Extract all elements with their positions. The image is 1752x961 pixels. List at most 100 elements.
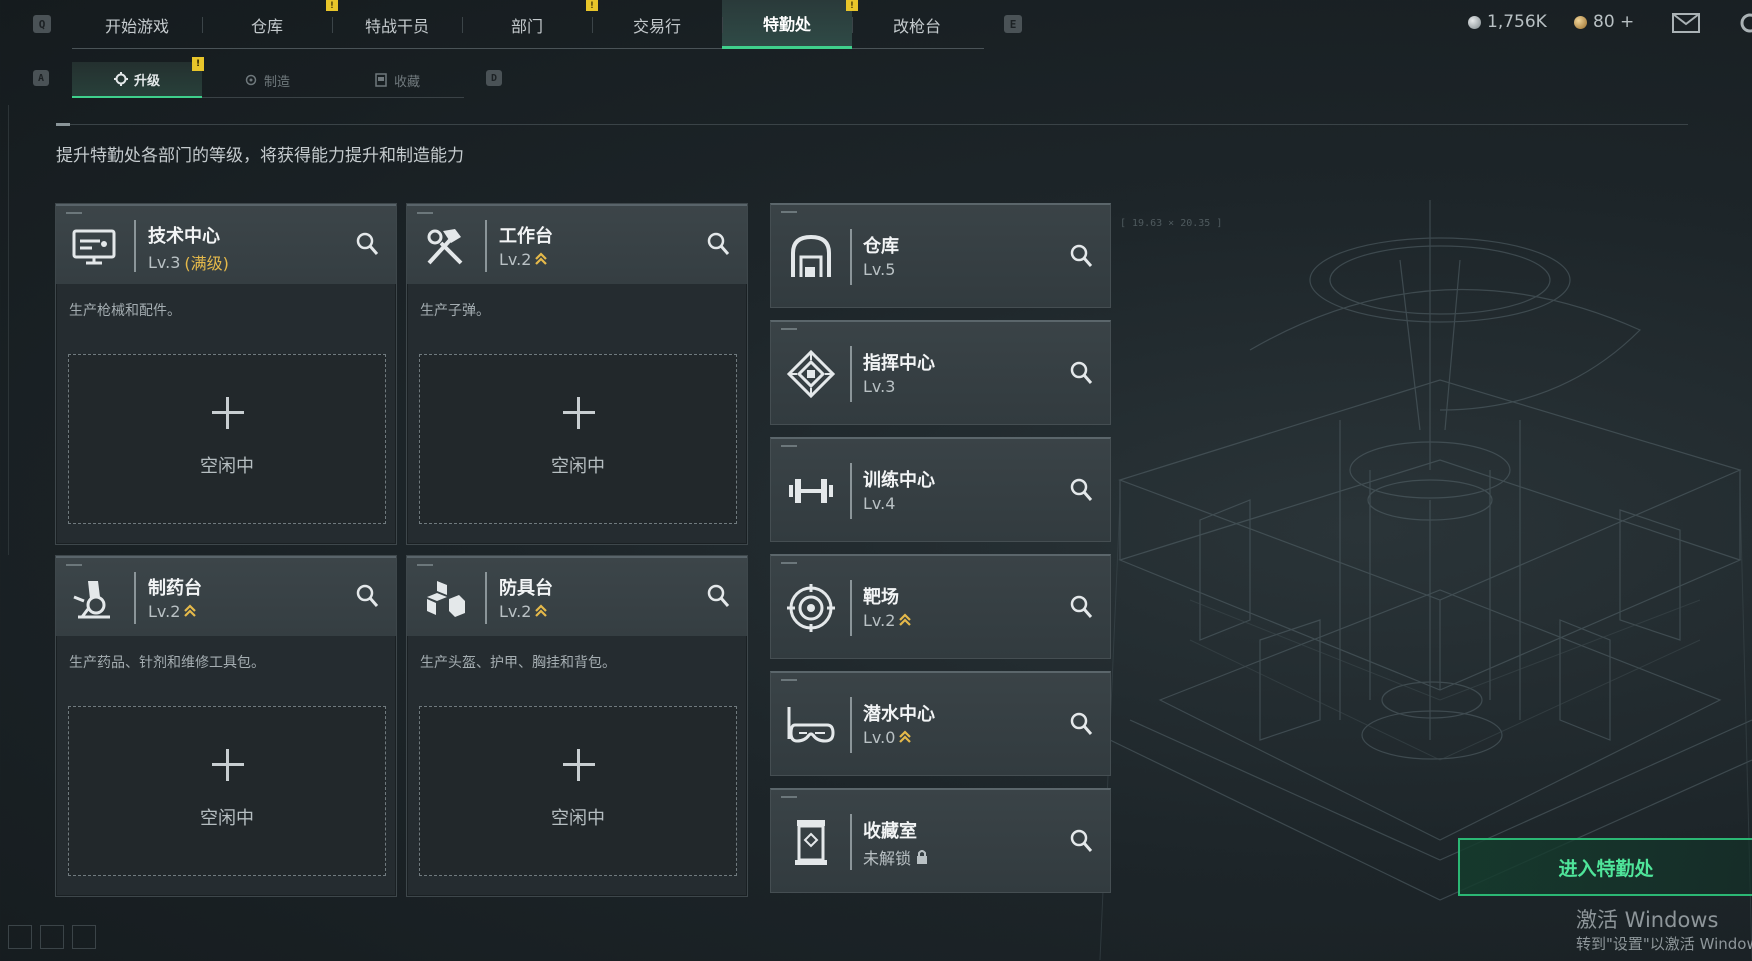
tab-label: 部门 — [510, 16, 543, 36]
ticket-amount: 80 + — [1593, 12, 1635, 32]
minimap-icon[interactable] — [8, 925, 32, 949]
production-slot[interactable]: 空闲中 — [68, 354, 386, 524]
row-tag — [781, 679, 797, 681]
hotkey-d[interactable]: D — [486, 70, 502, 86]
header-separator — [134, 572, 136, 624]
add-icon — [563, 749, 595, 781]
enter-special-ops-button[interactable]: 进入特勤处 — [1458, 838, 1752, 896]
subtab-upgrade[interactable]: 升级 ! — [72, 57, 204, 98]
tab-label: 特战干员 — [364, 16, 429, 36]
command-icon — [786, 349, 836, 399]
production-slot[interactable]: 空闲中 — [419, 354, 737, 524]
subtab-collection[interactable]: 收藏 — [332, 62, 462, 98]
search-icon[interactable] — [354, 230, 380, 258]
settings-gear-icon[interactable] — [1736, 11, 1752, 35]
row-tag — [781, 562, 797, 564]
upgrade-available-icon — [535, 251, 548, 265]
level-value: Lv.2 — [863, 611, 896, 630]
tab-market[interactable]: 交易行 — [592, 0, 722, 49]
tab-label: 特勤处 — [762, 15, 811, 34]
mail-icon[interactable] — [1672, 13, 1700, 33]
tab-label: 仓库 — [250, 16, 283, 36]
tab-start-game[interactable]: 开始游戏 — [72, 0, 202, 49]
level-value: Lv.5 — [863, 260, 896, 279]
facility-row-command-center[interactable]: 指挥中心 Lv.3 — [770, 320, 1111, 425]
facility-level: Lv.3 — [863, 377, 895, 396]
add-icon — [212, 749, 244, 781]
production-slot[interactable]: 空闲中 — [68, 706, 386, 876]
level-value: Lv.2 — [499, 250, 532, 269]
search-icon[interactable] — [1068, 827, 1094, 855]
level-value: Lv.2 — [148, 602, 181, 621]
facility-row-diving-center[interactable]: 潜水中心 Lv.0 — [770, 671, 1111, 776]
facility-title: 靶场 — [863, 587, 899, 608]
card-header: 工作台 Lv.2 — [407, 204, 747, 284]
warehouse-icon — [791, 234, 831, 277]
header-separator — [485, 572, 487, 624]
level-value: Lv.3 — [148, 252, 181, 272]
search-icon[interactable] — [354, 582, 380, 610]
facility-title: 指挥中心 — [863, 353, 935, 374]
facility-title: 潜水中心 — [863, 704, 935, 725]
facility-description: 生产枪械和配件。 — [69, 303, 181, 319]
subtab-label: 升级 — [133, 73, 160, 89]
upgrade-gear-icon — [113, 72, 128, 86]
hammer-wrench-icon — [427, 229, 463, 265]
search-icon[interactable] — [1068, 593, 1094, 621]
tab-label: 交易行 — [632, 16, 681, 36]
facility-level: Lv.2 — [499, 250, 548, 269]
lock-status: 未解锁 — [863, 849, 912, 868]
facility-title: 防具台 — [499, 578, 553, 599]
search-icon[interactable] — [1068, 359, 1094, 387]
card-header: 制药台 Lv.2 — [56, 556, 396, 636]
facility-card-pharmacy: 制药台 Lv.2 生产药品、针剂和维修工具包。 空闲中 — [55, 555, 397, 897]
search-icon[interactable] — [705, 230, 731, 258]
coin-balance[interactable]: 1,756K — [1468, 12, 1547, 32]
expand-icon[interactable] — [72, 925, 96, 949]
row-separator — [850, 229, 852, 285]
facility-level: 未解锁 — [863, 845, 929, 869]
row-separator — [850, 580, 852, 636]
search-icon[interactable] — [705, 582, 731, 610]
tab-department[interactable]: 部门! — [462, 0, 598, 49]
facility-description: 生产头盔、护甲、胸挂和背包。 — [420, 655, 616, 671]
production-slot[interactable]: 空闲中 — [419, 706, 737, 876]
hotkey-q[interactable]: Q — [33, 15, 51, 33]
facility-row-collection-room[interactable]: 收藏室 未解锁 — [770, 788, 1111, 893]
search-icon[interactable] — [1068, 242, 1094, 270]
lock-icon — [917, 850, 928, 864]
hotkey-e[interactable]: E — [1004, 15, 1022, 33]
microscope-icon — [73, 581, 110, 619]
header-separator — [134, 220, 136, 272]
facility-title: 仓库 — [863, 236, 899, 257]
search-icon[interactable] — [1068, 710, 1094, 738]
hotkey-a[interactable]: A — [33, 70, 49, 86]
search-icon[interactable] — [1068, 476, 1094, 504]
add-icon — [563, 397, 595, 429]
display-case-icon — [795, 820, 827, 865]
ticket-balance[interactable]: 80 + — [1574, 12, 1634, 32]
add-icon — [212, 397, 244, 429]
facility-level: Lv.3 (满级) — [148, 250, 229, 274]
tab-operators[interactable]: 特战干员 — [332, 0, 462, 49]
facility-row-training-center[interactable]: 训练中心 Lv.4 — [770, 437, 1111, 542]
subtab-craft[interactable]: 制造 — [202, 62, 332, 98]
ticket-icon — [1574, 15, 1587, 29]
facility-card-armor-bench: 防具台 Lv.2 生产头盔、护甲、胸挂和背包。 空闲中 — [406, 555, 748, 897]
tab-gunsmith[interactable]: 改枪台 — [852, 0, 982, 49]
slot-status: 空闲中 — [551, 456, 605, 477]
facility-row-warehouse[interactable]: 仓库 Lv.5 — [770, 203, 1111, 308]
coin-amount: 1,756K — [1487, 12, 1547, 32]
upgrade-available-icon — [899, 612, 912, 626]
layout-icon[interactable] — [40, 925, 64, 949]
facility-card-tech-center: 技术中心 Lv.3 (满级) 生产枪械和配件。 空闲中 — [55, 203, 397, 545]
row-tag — [781, 211, 797, 213]
facility-row-shooting-range[interactable]: 靶场 Lv.2 — [770, 554, 1111, 659]
tab-special-ops[interactable]: 特勤处! — [722, 0, 858, 49]
row-tag — [781, 796, 797, 798]
level-value: Lv.3 — [863, 377, 896, 396]
row-separator — [850, 697, 852, 753]
tab-warehouse[interactable]: 仓库! — [202, 0, 338, 49]
header-tag — [417, 564, 433, 566]
coin-icon — [1468, 15, 1481, 29]
